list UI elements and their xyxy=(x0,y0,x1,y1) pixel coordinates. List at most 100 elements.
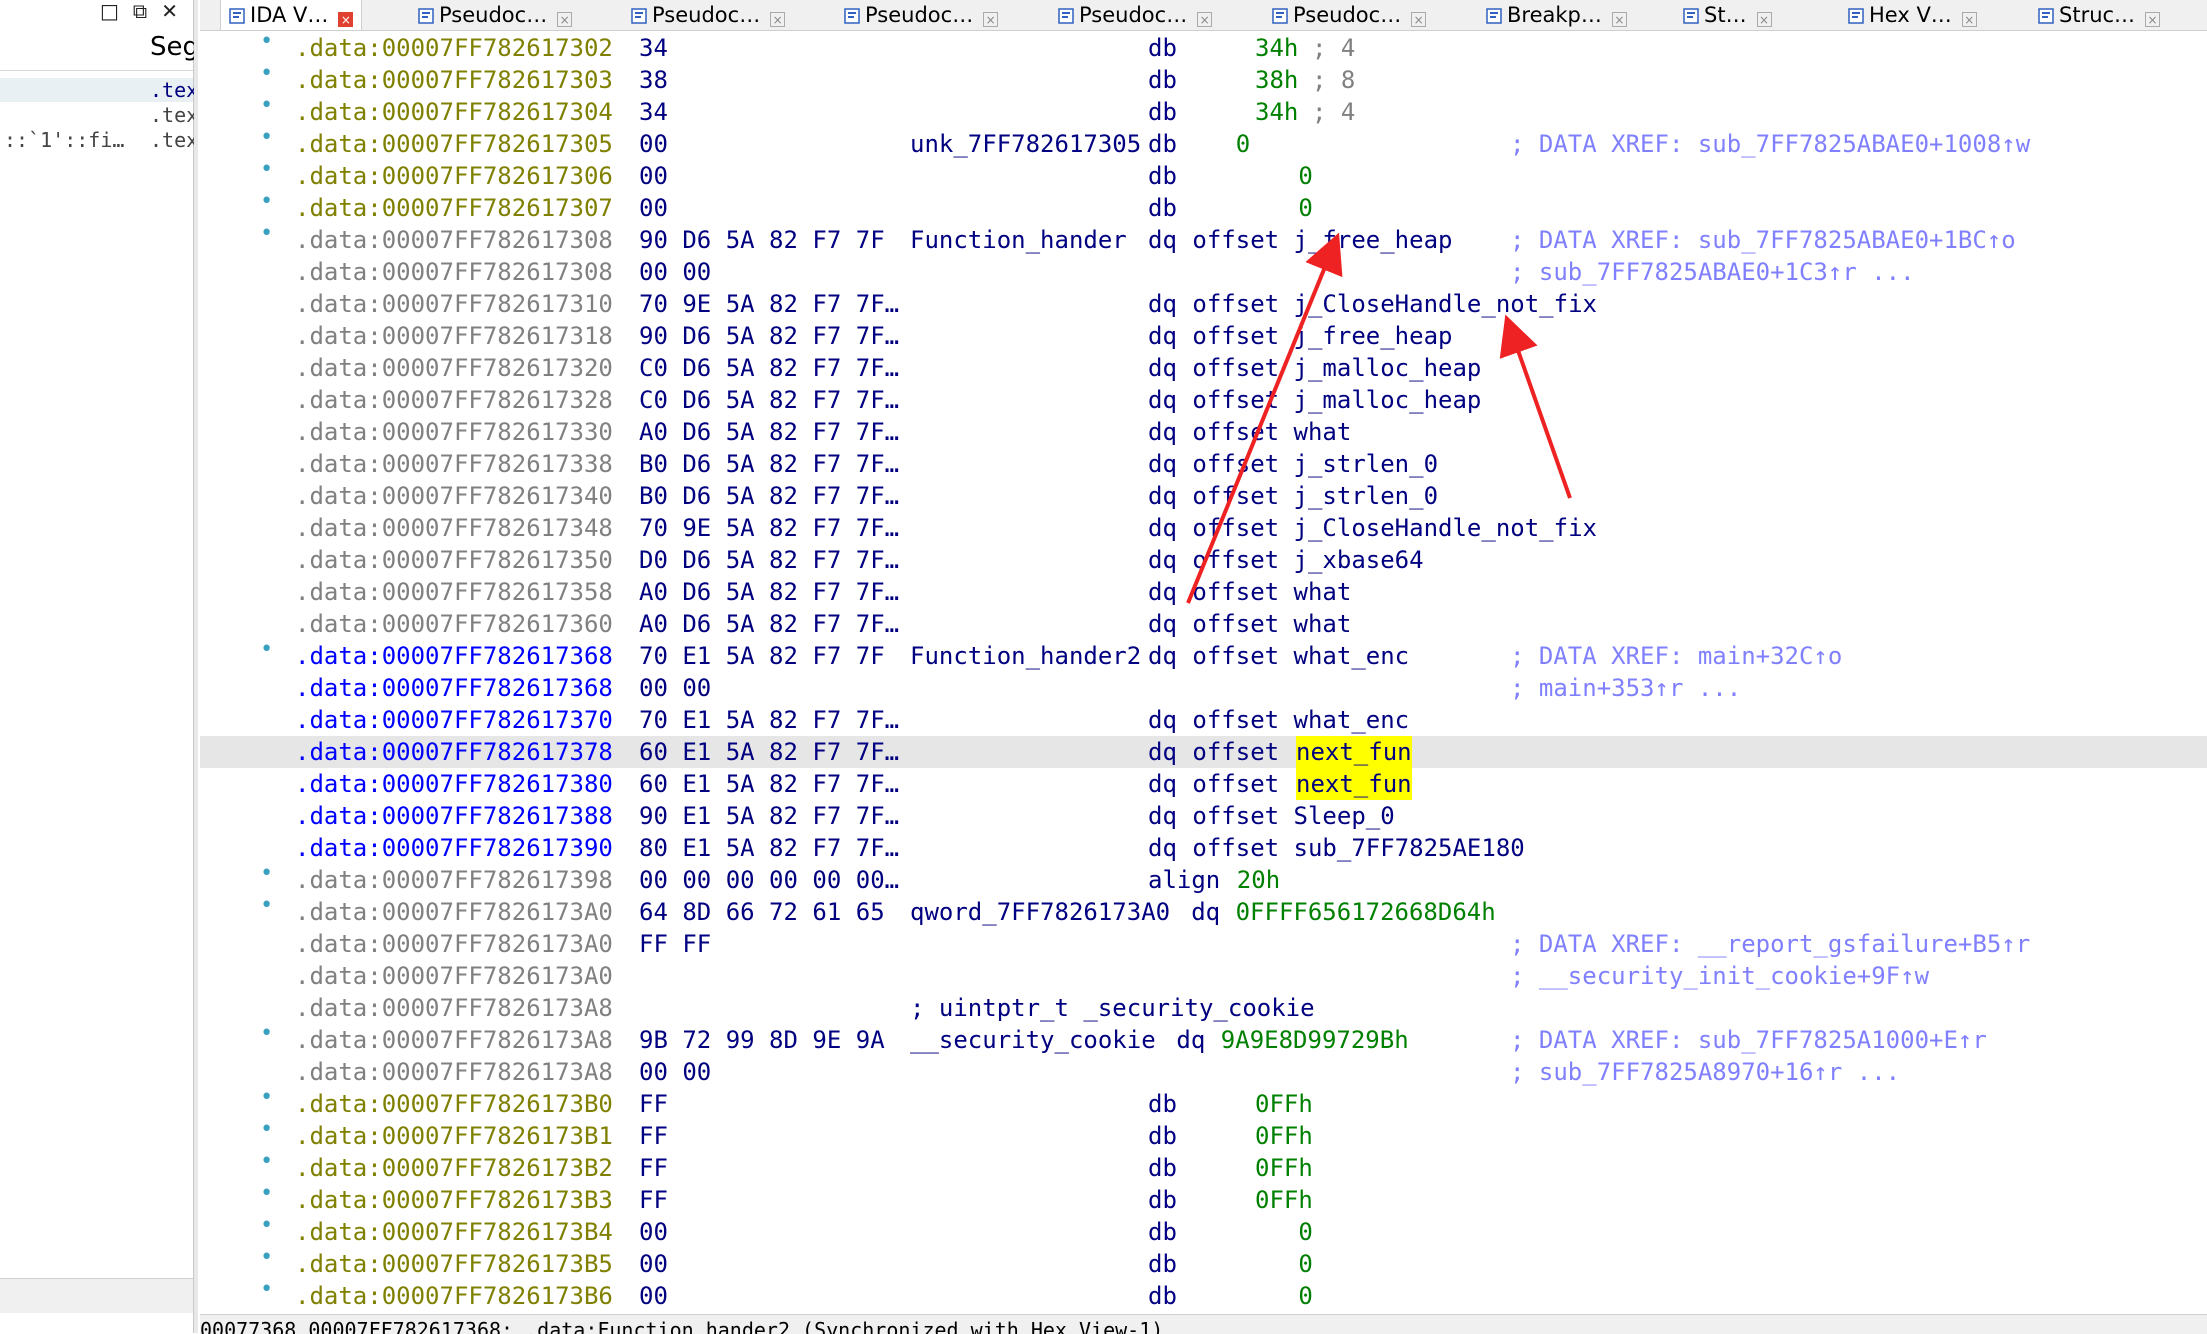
listing-row[interactable]: • .data:00007FF7826173B5 00 db 0 xyxy=(200,1245,2207,1280)
mnemonic: db xyxy=(1148,98,1177,126)
listing-row[interactable]: • .data:00007FF782617304 34 db 34h ; 4 xyxy=(200,93,2207,128)
listing-row[interactable]: • .data:00007FF7826173B1 FF db 0FFh xyxy=(200,1117,2207,1152)
tab-6[interactable]: Breakp… × xyxy=(1478,0,1635,30)
close-icon[interactable]: ✕ xyxy=(161,0,178,23)
char-comment: ; 8 xyxy=(1312,66,1356,94)
operand: offset j_strlen_0 xyxy=(1192,450,1439,478)
tab-2[interactable]: Pseudoc… × xyxy=(623,0,793,30)
listing-row[interactable]: .data:00007FF782617310 70 9E 5A 82 F7 7F…… xyxy=(200,288,2207,320)
address: .data:00007FF782617320 xyxy=(295,354,613,382)
listing-row[interactable]: .data:00007FF782617348 70 9E 5A 82 F7 7F…… xyxy=(200,512,2207,544)
listing-row[interactable]: • .data:00007FF782617398 00 00 00 00 00 00… xyxy=(200,861,2207,896)
listing-row[interactable]: • .data:00007FF7826173A0 64 8D 66 72 61 65… xyxy=(200,893,2207,928)
address: .data:00007FF782617368 xyxy=(295,674,613,702)
mnemonic: dq xyxy=(1148,578,1177,606)
listing-row[interactable]: .data:00007FF782617338 B0 D6 5A 82 F7 7F…… xyxy=(200,448,2207,480)
panel-splitter[interactable] xyxy=(194,0,198,1333)
segments-column-header[interactable]: Seg xyxy=(150,32,199,62)
operand: 0FFh xyxy=(1255,1090,1313,1118)
listing-row[interactable]: .data:00007FF782617328 C0 D6 5A 82 F7 7F…… xyxy=(200,384,2207,416)
address: .data:00007FF782617310 xyxy=(295,290,613,318)
close-tab-icon[interactable]: × xyxy=(770,12,786,27)
close-tab-icon[interactable]: × xyxy=(557,12,573,27)
tab-5[interactable]: Pseudoc… × xyxy=(1264,0,1434,30)
listing-row[interactable]: • .data:00007FF782617305 00 unk_7FF78261730… xyxy=(200,125,2207,160)
tab-0[interactable]: IDA V… × xyxy=(220,0,363,30)
horizontal-scrollbar[interactable] xyxy=(0,1278,193,1313)
tab-4[interactable]: Pseudoc… × xyxy=(1050,0,1220,30)
listing-row[interactable]: .data:00007FF782617350 D0 D6 5A 82 F7 7F…… xyxy=(200,544,2207,576)
xref-dot-icon: • xyxy=(260,189,274,214)
tab-label: Breakp… xyxy=(1507,3,1602,27)
listing-row[interactable]: .data:00007FF7826173A0 ; __security_init_… xyxy=(200,960,2207,992)
xref-dot-icon: • xyxy=(260,637,274,662)
bytes: 34 xyxy=(639,98,668,126)
listing-row[interactable]: .data:00007FF782617340 B0 D6 5A 82 F7 7F…… xyxy=(200,480,2207,512)
listing-row[interactable]: .data:00007FF782617380 60 E1 5A 82 F7 7F…… xyxy=(200,768,2207,800)
close-tab-icon[interactable]: × xyxy=(1197,12,1213,27)
listing-row[interactable]: • .data:00007FF782617302 34 db 34h ; 4 xyxy=(200,29,2207,64)
xref-comment: ; sub_7FF7825ABAE0+1C3↑r ... xyxy=(1510,258,1915,286)
address: .data:00007FF7826173B0 xyxy=(295,1090,613,1118)
char-comment: ; 4 xyxy=(1312,98,1356,126)
close-tab-icon[interactable]: × xyxy=(1961,12,1977,27)
bytes: 00 xyxy=(639,1250,668,1278)
breakpoints-icon xyxy=(1486,2,1502,24)
listing-row[interactable]: • .data:00007FF782617307 00 db 0 xyxy=(200,189,2207,224)
close-tab-icon[interactable]: × xyxy=(2145,12,2161,27)
listing-row[interactable]: • .data:00007FF7826173B0 FF db 0FFh xyxy=(200,1085,2207,1120)
address: .data:00007FF782617398 xyxy=(295,866,613,894)
close-tab-icon[interactable]: × xyxy=(1756,12,1772,27)
tab-8[interactable]: Hex V… × xyxy=(1840,0,1985,30)
listing-row[interactable]: • .data:00007FF7826173B6 00 db 0 xyxy=(200,1277,2207,1312)
segment-row[interactable]: ::`1'::fi… .tex xyxy=(0,128,198,152)
operand: offset Sleep_0 xyxy=(1192,802,1395,830)
listing-row[interactable]: .data:00007FF782617390 80 E1 5A 82 F7 7F…… xyxy=(200,832,2207,864)
mnemonic: dq xyxy=(1148,482,1177,510)
disassembly-listing[interactable]: • .data:00007FF782617302 34 db 34h; 4 • .data:… xyxy=(200,29,2207,1314)
tab-7[interactable]: St… × xyxy=(1675,0,1780,30)
listing-row[interactable]: .data:00007FF782617368 00 00 ; main+353↑r … xyxy=(200,672,2207,704)
listing-row[interactable]: .data:00007FF782617360 A0 D6 5A 82 F7 7F…… xyxy=(200,608,2207,640)
maximize-icon[interactable]: □ xyxy=(100,0,119,23)
listing-row[interactable]: • .data:00007FF782617368 70 E1 5A 82 F7 7F… xyxy=(200,637,2207,672)
listing-row[interactable]: .data:00007FF782617370 70 E1 5A 82 F7 7F…… xyxy=(200,704,2207,736)
segment-row[interactable]: .tex xyxy=(0,78,198,102)
listing-row[interactable]: • .data:00007FF782617306 00 db 0 xyxy=(200,157,2207,192)
listing-row[interactable]: .data:00007FF7826173A8 ; uintptr_t _secur… xyxy=(200,992,2207,1024)
listing-row[interactable]: .data:00007FF782617358 A0 D6 5A 82 F7 7F…… xyxy=(200,576,2207,608)
listing-row[interactable]: .data:00007FF782617318 90 D6 5A 82 F7 7F…… xyxy=(200,320,2207,352)
listing-row[interactable]: • .data:00007FF7826173B2 FF db 0FFh xyxy=(200,1149,2207,1184)
tab-3[interactable]: Pseudoc… × xyxy=(836,0,1006,30)
xref-dot-icon: • xyxy=(260,1021,274,1046)
tab-9[interactable]: Struc… × xyxy=(2030,0,2168,30)
mnemonic: db xyxy=(1148,1250,1177,1278)
close-tab-icon[interactable]: × xyxy=(1611,12,1627,27)
close-tab-icon[interactable]: × xyxy=(338,12,354,27)
listing-row[interactable]: .data:00007FF7826173A0 FF FF ; DATA XREF: … xyxy=(200,928,2207,960)
listing-row[interactable]: • .data:00007FF7826173B3 FF db 0FFh xyxy=(200,1181,2207,1216)
listing-row[interactable]: • .data:00007FF782617308 90 D6 5A 82 F7 7F… xyxy=(200,221,2207,256)
bytes: 00 xyxy=(639,194,668,222)
tab-1[interactable]: Pseudoc… × xyxy=(410,0,580,30)
listing-row[interactable]: • .data:00007FF7826173A8 9B 72 99 8D 9E 9A… xyxy=(200,1021,2207,1056)
listing-row[interactable]: .data:00007FF782617378 60 E1 5A 82 F7 7F…… xyxy=(200,736,2207,768)
close-tab-icon[interactable]: × xyxy=(983,12,999,27)
close-tab-icon[interactable]: × xyxy=(1411,12,1427,27)
address: .data:00007FF782617308 xyxy=(295,258,613,286)
listing-row[interactable]: .data:00007FF782617308 00 00 ; sub_7FF7825… xyxy=(200,256,2207,288)
address: .data:00007FF782617368 xyxy=(295,642,613,670)
bytes: C0 D6 5A 82 F7 7F… xyxy=(639,354,900,382)
bytes: 34 xyxy=(639,34,668,62)
listing-row[interactable]: .data:00007FF782617330 A0 D6 5A 82 F7 7F…… xyxy=(200,416,2207,448)
mnemonic: db xyxy=(1148,66,1177,94)
bytes: 38 xyxy=(639,66,668,94)
listing-row[interactable]: .data:00007FF7826173A8 00 00 ; sub_7FF7825… xyxy=(200,1056,2207,1088)
address: .data:00007FF7826173A0 xyxy=(295,930,613,958)
listing-row[interactable]: • .data:00007FF7826173B4 00 db 0 xyxy=(200,1213,2207,1248)
segment-row[interactable]: .tex xyxy=(0,103,198,127)
listing-row[interactable]: .data:00007FF782617388 90 E1 5A 82 F7 7F…… xyxy=(200,800,2207,832)
listing-row[interactable]: • .data:00007FF782617303 38 db 38h ; 8 xyxy=(200,61,2207,96)
restore-icon[interactable]: ⧉ xyxy=(133,0,147,23)
listing-row[interactable]: .data:00007FF782617320 C0 D6 5A 82 F7 7F…… xyxy=(200,352,2207,384)
